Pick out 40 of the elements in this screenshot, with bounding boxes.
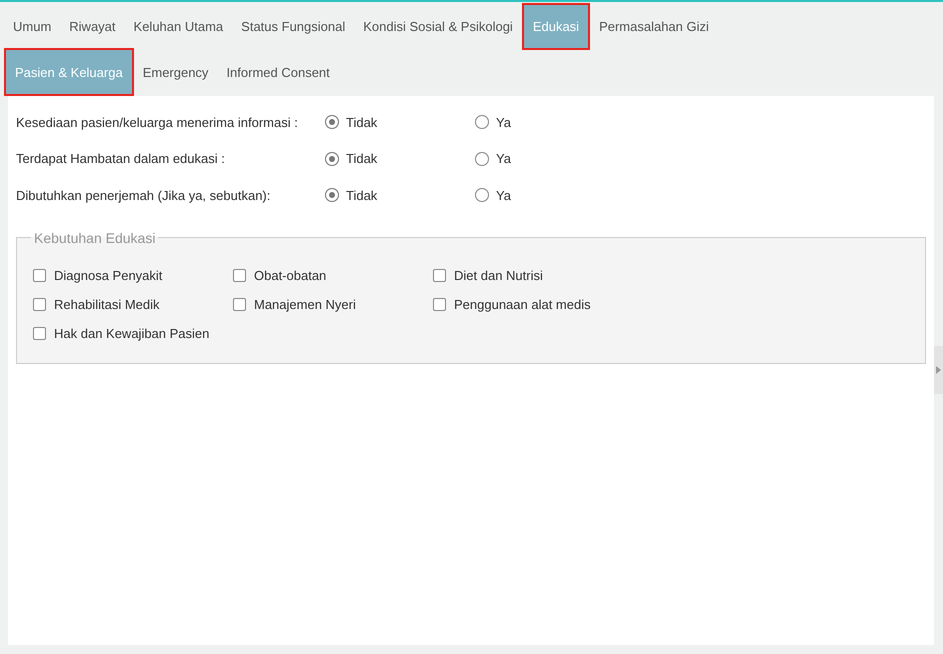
checkbox-label[interactable]: Penggunaan alat medis <box>454 296 591 312</box>
checkbox[interactable] <box>33 298 46 310</box>
radio-label[interactable]: Ya <box>496 151 511 166</box>
checkbox-label[interactable]: Diagnosa Penyakit <box>54 268 162 282</box>
checkbox-label[interactable]: Manajemen Nyeri <box>254 296 356 312</box>
question-label: Kesediaan pasien/keluarga menerima informasi : <box>16 114 299 130</box>
question-label: Terdapat Hambatan dalam edukasi : <box>16 151 226 166</box>
checkbox-label[interactable]: Rehabilitasi Medik <box>54 296 160 312</box>
tab[interactable]: Umum <box>4 4 60 49</box>
caret-icon <box>936 366 941 374</box>
question-label: Dibutuhkan penerjemah (Jika ya, sebutkan): <box>16 188 272 203</box>
fieldset-legend: Kebutuhan Edukasi <box>31 230 158 246</box>
radio-button[interactable] <box>475 152 489 166</box>
tab[interactable]: Permasalahan Gizi <box>590 4 718 49</box>
radio-button[interactable] <box>325 188 339 202</box>
radio-label[interactable]: Ya <box>496 188 511 203</box>
radio-button[interactable] <box>475 188 489 202</box>
checkbox-label[interactable]: Diet dan Nutrisi <box>454 268 543 282</box>
checkbox-label[interactable]: Hak dan Kewajiban Pasien <box>54 326 210 340</box>
radio-button[interactable] <box>325 115 339 130</box>
radio-button[interactable] <box>325 152 339 166</box>
collapse-handle[interactable] <box>934 346 943 394</box>
tab[interactable]: Keluhan Utama <box>124 4 232 49</box>
tab[interactable]: Kondisi Sosial & Psikologi <box>354 4 522 49</box>
checkbox[interactable] <box>33 268 46 282</box>
checkbox[interactable] <box>433 298 446 310</box>
checkbox[interactable] <box>233 298 246 310</box>
radio-label[interactable]: Tidak <box>346 114 378 130</box>
tab[interactable]: Riwayat <box>60 4 125 49</box>
tab[interactable]: Emergency <box>134 49 218 95</box>
checkbox[interactable] <box>233 268 246 282</box>
checkbox-label[interactable]: Obat-obatan <box>254 268 326 282</box>
radio-button[interactable] <box>475 115 489 130</box>
checkbox[interactable] <box>433 268 446 282</box>
radio-label[interactable]: Tidak <box>346 188 378 203</box>
tab[interactable]: Informed Consent <box>217 49 339 95</box>
radio-label[interactable]: Tidak <box>346 151 378 166</box>
radio-label[interactable]: Ya <box>496 114 511 130</box>
checkbox[interactable] <box>33 326 46 340</box>
tab[interactable]: Status Fungsional <box>232 4 354 49</box>
